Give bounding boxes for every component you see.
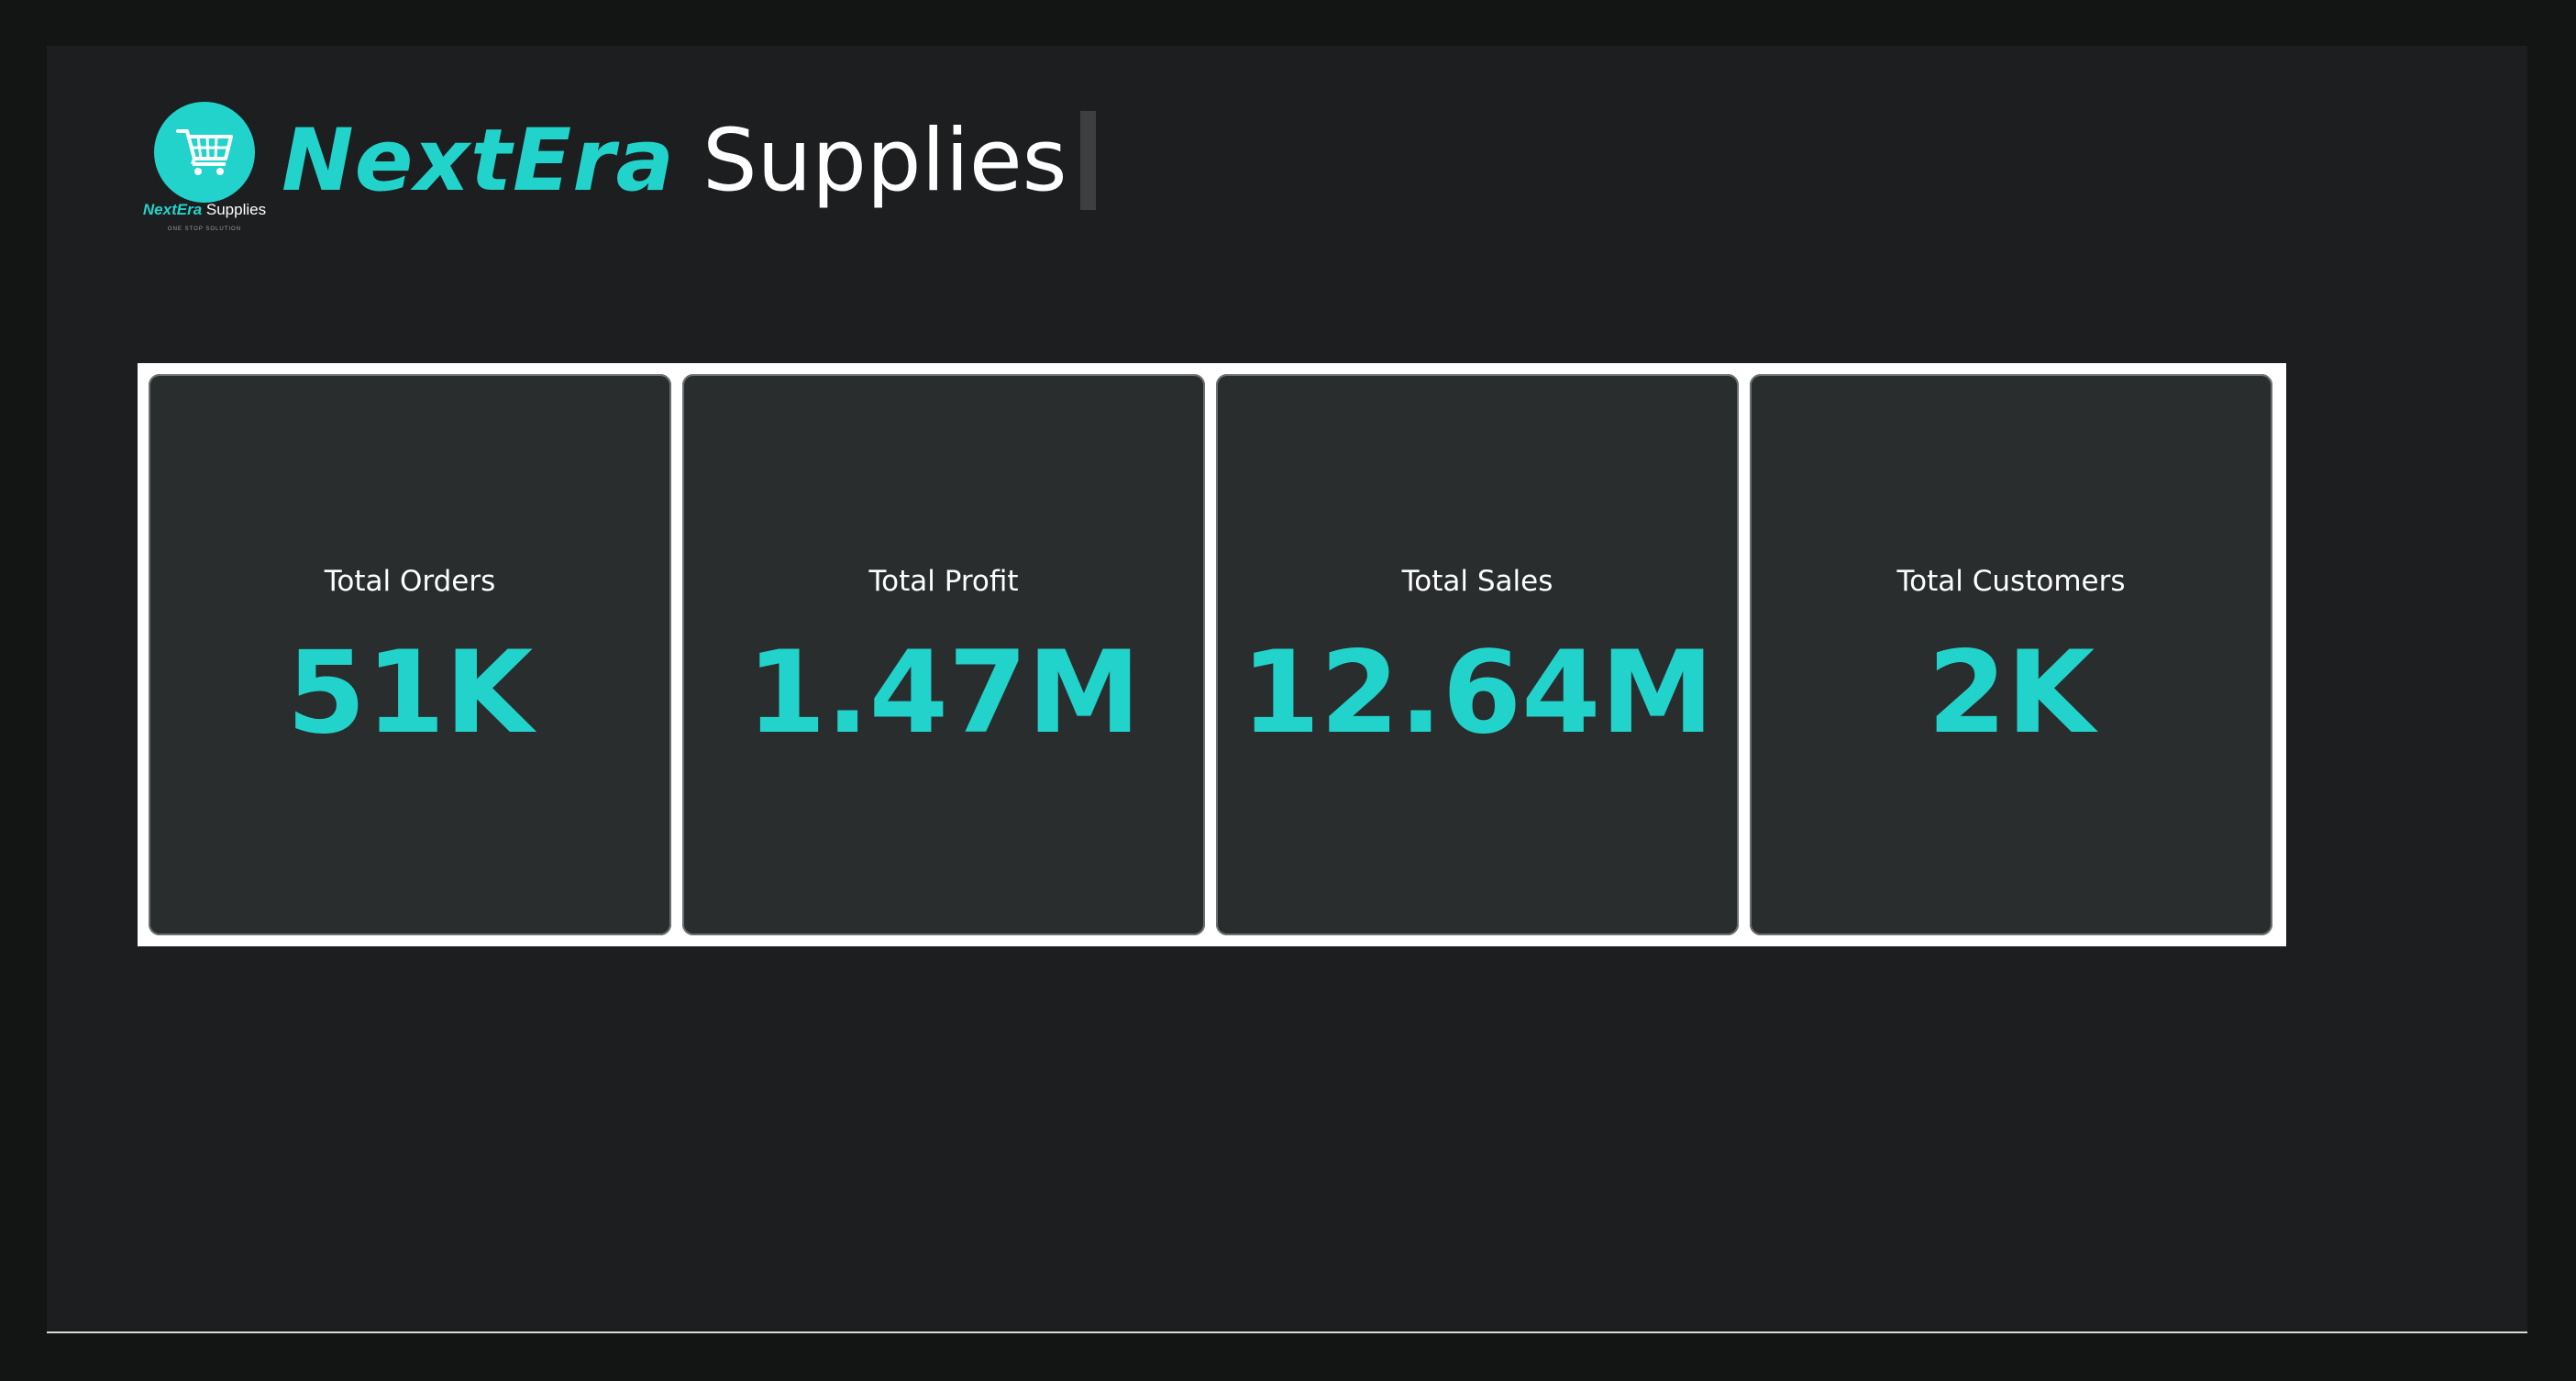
- report-canvas: NextEra Supplies ONE STOP SOLUTION NextE…: [47, 46, 2527, 1333]
- logo-brand-text: NextEra Supplies: [113, 201, 296, 219]
- logo-circle: [154, 102, 255, 203]
- kpi-card-value: 51K: [286, 627, 534, 759]
- page-title-rest: Supplies: [702, 110, 1067, 211]
- kpi-card-total-orders[interactable]: Total Orders 51K: [149, 374, 671, 935]
- text-cursor: [1079, 111, 1096, 210]
- shopping-cart-icon: [176, 129, 233, 175]
- logo-tagline: ONE STOP SOLUTION: [167, 226, 242, 232]
- page-title: NextEra Supplies: [282, 110, 1096, 211]
- page-title-accent: NextEra: [282, 110, 675, 211]
- kpi-card-value: 1.47M: [746, 627, 1141, 759]
- logo-brand-accent: NextEra: [142, 201, 203, 218]
- kpi-card-total-customers[interactable]: Total Customers 2K: [1750, 374, 2272, 935]
- kpi-card-label: Total Customers: [1896, 565, 2126, 598]
- brand-logo: NextEra Supplies ONE STOP SOLUTION: [113, 102, 296, 285]
- kpi-card-label: Total Sales: [1401, 565, 1553, 598]
- kpi-card-value: 2K: [1927, 627, 2095, 759]
- kpi-card-label: Total Orders: [324, 565, 496, 598]
- logo-brand-rest: Supplies: [205, 201, 267, 218]
- kpi-card-label: Total Profit: [868, 565, 1019, 598]
- kpi-card-total-profit[interactable]: Total Profit 1.47M: [682, 374, 1205, 935]
- kpi-card-value: 12.64M: [1241, 627, 1714, 759]
- kpi-card-total-sales[interactable]: Total Sales 12.64M: [1216, 374, 1739, 935]
- kpi-card-group: Total Orders 51K Total Profit 1.47M Tota…: [138, 363, 2286, 946]
